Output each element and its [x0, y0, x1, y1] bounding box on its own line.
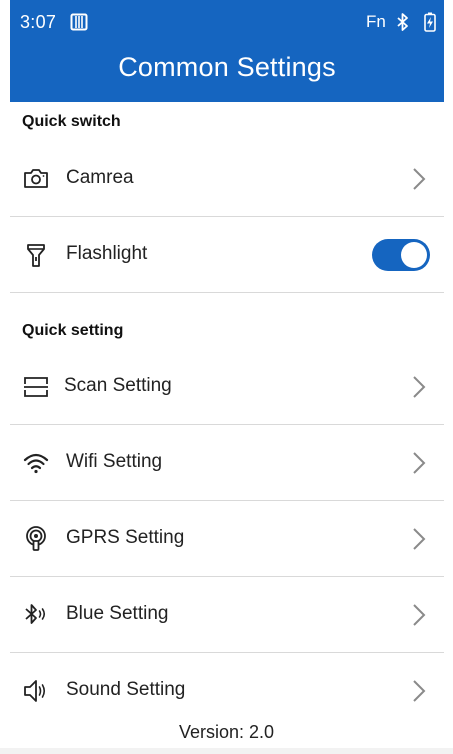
app-bar: 3:07 Fn Common Settings — [10, 0, 444, 102]
flashlight-icon — [22, 241, 50, 269]
flashlight-toggle[interactable] — [372, 239, 430, 271]
status-time: 3:07 — [20, 12, 57, 32]
toggle-knob — [401, 242, 427, 268]
row-label-flashlight: Flashlight — [66, 243, 148, 264]
chevron-right-icon — [410, 601, 428, 629]
gprs-icon — [22, 525, 50, 553]
row-gprs-setting[interactable]: GPRS Setting — [10, 501, 444, 577]
wifi-icon — [22, 449, 50, 477]
settings-screen: 3:07 Fn Common Settings Quick switch Cam… — [0, 0, 453, 754]
sound-icon — [22, 677, 50, 705]
camera-icon — [22, 165, 50, 193]
divider — [10, 292, 444, 293]
row-label-sound-setting: Sound Setting — [66, 679, 186, 700]
row-camera[interactable]: Camrea — [10, 141, 444, 217]
version-label: Version: 2.0 — [178, 722, 275, 742]
row-label-scan-setting: Scan Setting — [64, 375, 172, 396]
row-flashlight: Flashlight — [10, 217, 444, 293]
row-label-gprs-setting: GPRS Setting — [66, 527, 185, 548]
chevron-right-icon — [410, 373, 428, 401]
chevron-right-icon — [410, 677, 428, 705]
bluetooth-status-icon — [396, 13, 410, 31]
battery-charging-icon — [424, 12, 436, 32]
status-bar: 3:07 Fn — [10, 0, 444, 44]
row-sound-setting[interactable]: Sound Setting — [10, 653, 444, 719]
row-label-camera: Camrea — [66, 167, 134, 188]
section-header-quick-setting: Quick setting — [22, 322, 124, 339]
bluetooth-icon — [22, 601, 50, 629]
row-blue-setting[interactable]: Blue Setting — [10, 577, 444, 653]
section-header-quick-switch: Quick switch — [22, 113, 121, 130]
page-title: Common Settings — [118, 52, 336, 82]
scan-icon — [22, 373, 50, 401]
fn-indicator: Fn — [366, 12, 386, 31]
chevron-right-icon — [410, 449, 428, 477]
row-label-wifi-setting: Wifi Setting — [66, 451, 163, 472]
row-wifi-setting[interactable]: Wifi Setting — [10, 425, 444, 501]
bottom-strip — [0, 748, 453, 754]
chevron-right-icon — [410, 165, 428, 193]
row-label-blue-setting: Blue Setting — [66, 603, 169, 624]
sim-card-icon — [70, 13, 88, 31]
chevron-right-icon — [410, 525, 428, 553]
row-scan-setting[interactable]: Scan Setting — [10, 349, 444, 425]
